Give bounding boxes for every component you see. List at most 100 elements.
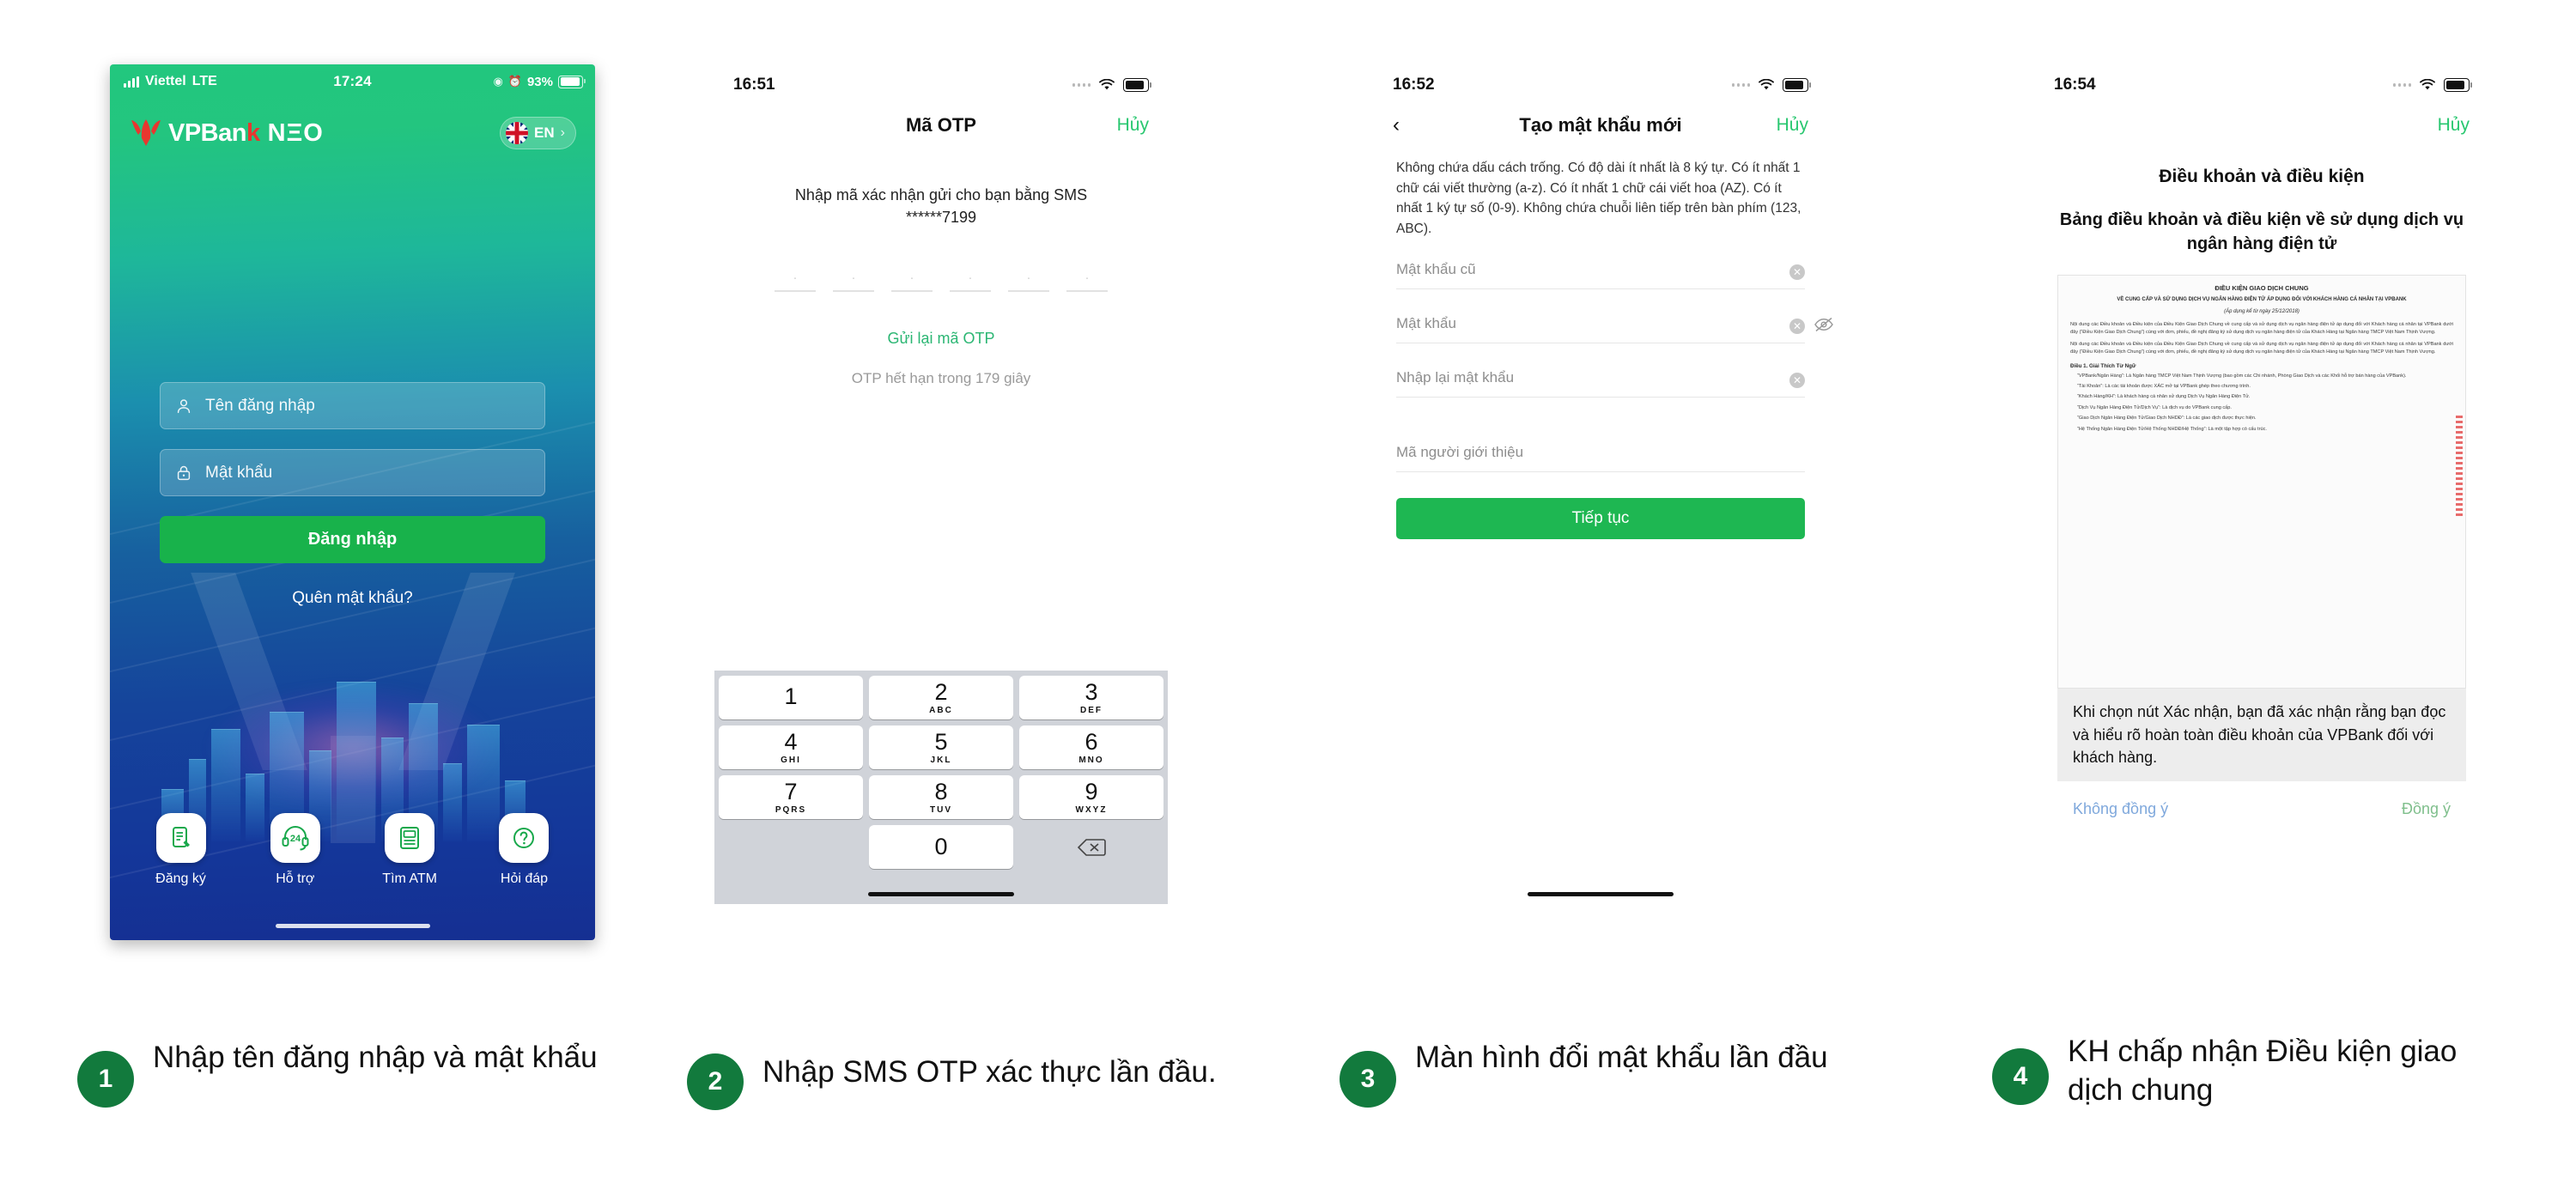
new-password-field[interactable]: Mật khẩu ✕ xyxy=(1396,315,1833,344)
otp-digit-value: · xyxy=(793,270,798,285)
document-intro: Nội dung các Điều khoản và Điều kiện của… xyxy=(2070,322,2453,335)
phone-4-terms-screen: 16:54 Hủy Điều khoản và điều kiện Bảng đ… xyxy=(2035,67,2488,904)
status-time: 16:54 xyxy=(2054,76,2096,94)
key-7[interactable]: 7 PQRS xyxy=(719,775,863,819)
key-number: 1 xyxy=(784,683,798,709)
otp-masked-phone: ******7199 xyxy=(905,209,977,227)
battery-icon xyxy=(558,75,586,88)
otp-underline xyxy=(891,290,933,293)
old-password-field[interactable]: Mật khẩu cũ ✕ xyxy=(1396,261,1805,290)
quicknav-label: Tìm ATM xyxy=(382,871,437,886)
step-text: KH chấp nhận Điều kiện giao dịch chung xyxy=(2068,1035,2458,1107)
cancel-button[interactable]: Hủy xyxy=(2438,115,2470,136)
backspace-icon xyxy=(1077,838,1106,856)
numeric-keypad[interactable]: 1 2 ABC 3 DEF 4 GHI 5 JKL 6 MNO 7 PQRS 8 TUV 9W… xyxy=(714,671,1168,904)
otp-digit-4[interactable]: · xyxy=(950,268,991,293)
key-5[interactable]: 5 JKL xyxy=(869,725,1013,769)
key-4[interactable]: 4 GHI xyxy=(719,725,863,769)
key-number: 5 xyxy=(934,728,948,755)
resend-otp-link[interactable]: Gửi lại mã OTP xyxy=(714,330,1168,348)
password-form: Mật khẩu cũ ✕ Mật khẩu ✕ Nhập lại mật kh… xyxy=(1396,261,1833,473)
key-3[interactable]: 3 DEF xyxy=(1019,676,1163,719)
document-subtitle: VỀ CUNG CẤP VÀ SỬ DỤNG DỊCH VỤ NGÂN HÀNG… xyxy=(2117,297,2407,302)
status-indicators xyxy=(1072,78,1151,92)
key-number: 3 xyxy=(1084,678,1098,705)
key-letters: WXYZ xyxy=(1075,804,1108,815)
vpbank-logo: VPBank NΞO xyxy=(129,118,324,149)
register-form-icon xyxy=(155,813,206,863)
key-0[interactable]: 0 xyxy=(869,825,1013,869)
confirm-password-field[interactable]: Nhập lại mật khẩu ✕ xyxy=(1396,369,1805,398)
otp-input-group[interactable]: · · · · · · xyxy=(714,268,1168,293)
login-button[interactable]: Đăng nhập xyxy=(160,516,545,563)
referral-code-field[interactable]: Mã người giới thiệu xyxy=(1396,444,1805,473)
quicknav-item-register[interactable]: Đăng ký xyxy=(136,813,226,887)
document-item: “Giao Dịch Ngân Hàng Điện Tử/Giao Dịch N… xyxy=(2077,416,2257,422)
quicknav-item-find-atm[interactable]: Tìm ATM xyxy=(365,813,455,887)
status-indicators xyxy=(2392,78,2472,92)
otp-instructions: Nhập mã xác nhận gửi cho bạn bằng SMS **… xyxy=(740,184,1142,228)
headset-24-icon: 24 xyxy=(270,813,320,863)
otp-digit-5[interactable]: · xyxy=(1008,268,1049,293)
phone-1-login-screen: Viettel LTE 17:24 ◉ ⏰ 93% VPBank NΞO EN … xyxy=(110,64,595,940)
terms-document-preview[interactable]: ĐIỀU KIỆN GIAO DỊCH CHUNG VỀ CUNG CẤP VÀ… xyxy=(2057,275,2466,689)
key-letters: DEF xyxy=(1080,705,1103,715)
username-input[interactable]: Tên đăng nhập xyxy=(160,382,545,429)
key-letters: ABC xyxy=(929,705,953,715)
decline-button[interactable]: Không đồng ý xyxy=(2073,800,2168,818)
cancel-button[interactable]: Hủy xyxy=(1777,115,1808,136)
key-backspace[interactable] xyxy=(1019,825,1163,869)
terms-heading: Điều khoản và điều kiện xyxy=(2159,167,2365,186)
otp-digit-6[interactable]: · xyxy=(1066,268,1108,293)
document-item: “Tài Khoản”: Là các tài khoản được XÁC m… xyxy=(2077,384,2251,390)
otp-digit-3[interactable]: · xyxy=(891,268,933,293)
quicknav-item-support[interactable]: 24 Hỗ trợ xyxy=(250,813,340,887)
key-letters: GHI xyxy=(781,755,801,765)
nav-bar: Mã OTP Hủy xyxy=(714,103,1168,148)
lock-icon xyxy=(177,465,191,480)
key-letters: PQRS xyxy=(775,804,807,815)
key-8[interactable]: 8 TUV xyxy=(869,775,1013,819)
otp-digit-2[interactable]: · xyxy=(833,268,874,293)
caption-step-2: 2 Nhập SMS OTP xác thực lần đầu. xyxy=(687,1053,1236,1110)
back-button[interactable]: ‹ xyxy=(1393,115,1400,136)
phone-2-otp-screen: 16:51 Mã OTP Hủy Nhập mã xác nhận gửi ch… xyxy=(714,67,1168,904)
forgot-password-link[interactable]: Quên mật khẩu? xyxy=(160,589,545,608)
eye-off-icon[interactable] xyxy=(1814,317,1834,337)
accept-button[interactable]: Đồng ý xyxy=(2402,800,2451,818)
step-badge: 1 xyxy=(77,1051,134,1108)
caption-step-1: 1 Nhập tên đăng nhập và mật khẩu xyxy=(77,1039,627,1108)
key-number: 0 xyxy=(934,834,948,859)
wifi-icon xyxy=(1099,78,1115,89)
key-number: 7 xyxy=(784,778,798,804)
language-code: EN xyxy=(534,124,555,141)
status-time: 16:51 xyxy=(733,76,775,94)
key-letters: JKL xyxy=(930,755,952,765)
language-switcher[interactable]: EN › xyxy=(500,117,576,149)
document-item: “Khách Hàng/KH”: Là khách hàng cá nhân s… xyxy=(2077,394,2251,400)
key-number: 9 xyxy=(1084,778,1098,804)
document-section-1: Điều 1. Giải Thích Từ Ngữ xyxy=(2070,362,2136,369)
otp-underline xyxy=(950,290,991,293)
quicknav-item-faq[interactable]: Hỏi đáp xyxy=(479,813,569,887)
terms-action-row: Không đồng ý Đồng ý xyxy=(2073,800,2451,818)
document-intro-2: Nội dung các Điều khoản và Điều kiện của… xyxy=(2070,342,2453,355)
cancel-button[interactable]: Hủy xyxy=(1117,115,1149,136)
continue-button[interactable]: Tiếp tục xyxy=(1396,498,1805,540)
key-number: 8 xyxy=(934,778,948,804)
key-6[interactable]: 6 MNO xyxy=(1019,725,1163,769)
status-bar: 16:52 xyxy=(1374,67,1827,103)
otp-underline xyxy=(833,290,874,293)
battery-icon xyxy=(2444,78,2472,92)
otp-underline xyxy=(1008,290,1049,293)
step-badge: 2 xyxy=(687,1053,744,1110)
key-2[interactable]: 2 ABC xyxy=(869,676,1013,719)
key-1[interactable]: 1 xyxy=(719,676,863,719)
keypad-row: 7 PQRS 8 TUV 9 WXYZ xyxy=(719,775,1163,819)
phone-3-create-password-screen: 16:52 ‹ Tạo mật khẩu mới Hủy Không chứa … xyxy=(1374,67,1833,904)
otp-digit-1[interactable]: · xyxy=(775,268,816,293)
password-input[interactable]: Mật khẩu xyxy=(160,449,545,496)
keypad-row: 4 GHI 5 JKL 6 MNO xyxy=(719,725,1163,769)
otp-instruction-line1: Nhập mã xác nhận gửi cho bạn bằng SMS xyxy=(794,186,1088,203)
key-9[interactable]: 9 WXYZ xyxy=(1019,775,1163,819)
